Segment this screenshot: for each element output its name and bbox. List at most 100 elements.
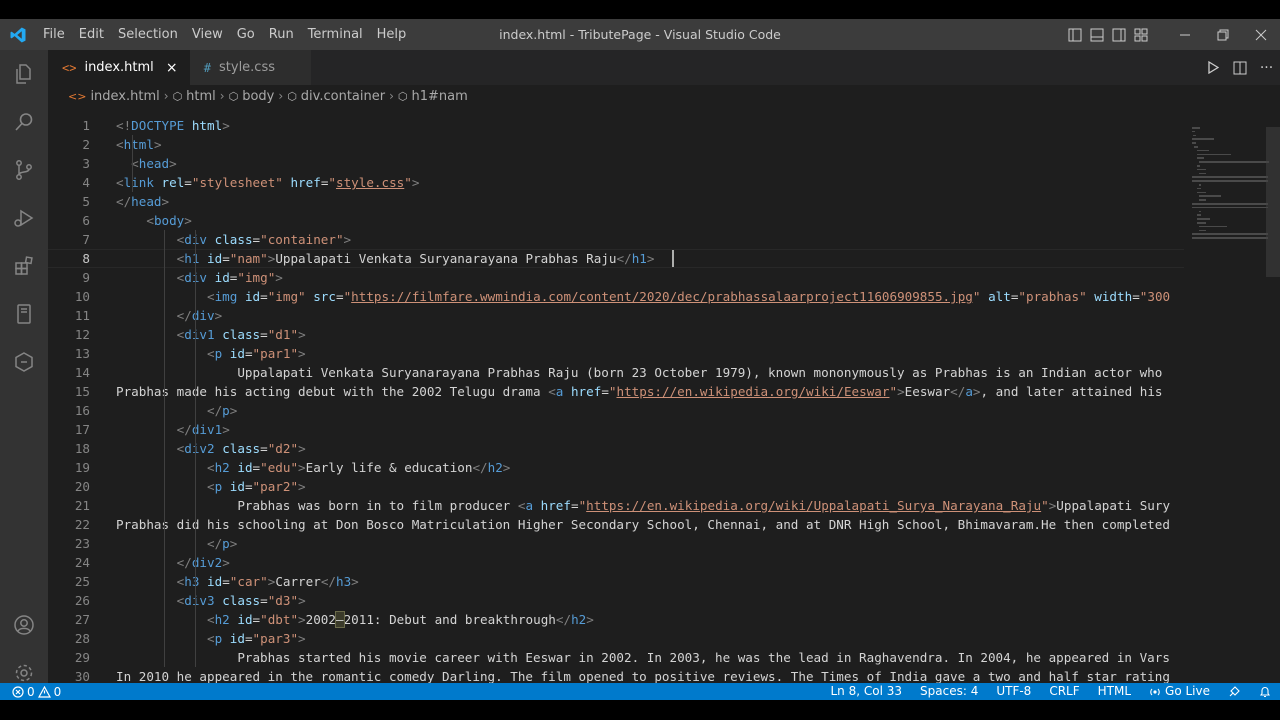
code-token: Prabhas was born in to film producer [116,498,518,513]
restore-icon[interactable] [1204,19,1242,50]
code-line[interactable]: 19 <h2 id="edu">Early life & education</… [48,458,1184,477]
menu-file[interactable]: File [36,19,72,50]
code-line[interactable]: 26 <div3 class="d3"> [48,591,1184,610]
code-token: "img" [237,270,276,285]
code-token: > [298,460,306,475]
code-line[interactable]: 29 Prabhas started his movie career with… [48,648,1184,667]
source-control-icon[interactable] [0,146,48,194]
breadcrumb-item[interactable]: <> index.html [68,89,160,104]
code-line[interactable]: 12 <div1 class="d1"> [48,325,1184,344]
breadcrumb-item[interactable]: ⬡ html [173,89,216,104]
code-line[interactable]: 3 <head> [48,154,1184,173]
code-token: > [184,213,192,228]
code-line[interactable]: 17 </div1> [48,420,1184,439]
minimap-line [1196,157,1205,159]
code-text: <div1 class="d1"> [116,325,306,344]
code-line[interactable]: 22 Prabhas did his schooling at Don Bosco… [48,515,1184,534]
code-line[interactable]: 9 <div id="img"> [48,268,1184,287]
code-token: > [343,232,352,247]
menu-help[interactable]: Help [370,19,414,50]
close-tab-icon[interactable]: × [164,60,180,76]
breadcrumb-item[interactable]: ⬡ h1#nam [398,89,468,104]
search-icon[interactable] [0,98,48,146]
code-line[interactable]: 2 <html> [48,135,1184,154]
run-debug-icon[interactable] [0,194,48,242]
minimap-line [1199,195,1222,197]
encoding[interactable]: UTF-8 [987,683,1040,700]
tab-index-html[interactable]: <> index.html × [48,50,190,85]
menu-go[interactable]: Go [230,19,262,50]
explorer-icon[interactable] [0,50,48,98]
code-line[interactable]: 21 Prabhas was born in to film producer … [48,496,1184,515]
code-token: rel [161,175,185,190]
code-line[interactable]: 7 <div class="container"> [48,230,1184,249]
code-line[interactable]: 15 Prabhas made his acting debut with the… [48,382,1184,401]
extensions-icon[interactable] [0,242,48,290]
code-token: > [222,422,230,437]
customize-layout-icon[interactable] [1130,19,1152,50]
menu-view[interactable]: View [185,19,230,50]
breadcrumb-item[interactable]: ⬡ body [229,89,275,104]
remote-explorer-icon[interactable] [0,290,48,338]
code-token: h2 [214,460,230,475]
code-line[interactable]: 25 <h3 id="car">Carrer</h3> [48,572,1184,591]
go-live-button[interactable]: Go Live [1140,683,1219,700]
code-line[interactable]: 13 <p id="par1"> [48,344,1184,363]
toggle-secondary-sidebar-icon[interactable] [1108,19,1130,50]
code-line[interactable]: 14 Uppalapati Venkata Suryanarayana Prab… [48,363,1184,382]
code-line[interactable]: 20 <p id="par2"> [48,477,1184,496]
code-line[interactable]: 18 <div2 class="d2"> [48,439,1184,458]
indentation[interactable]: Spaces: 4 [911,683,987,700]
minimap-slider[interactable] [1266,127,1280,277]
code-line[interactable]: 27 <h2 id="dbt">2002–2011: Debut and bre… [48,610,1184,629]
code-line[interactable]: 16 </p> [48,401,1184,420]
code-token: Eeswar [904,384,951,399]
minimize-icon[interactable] [1166,19,1204,50]
code-line[interactable]: 10 <img id="img" src="https://filmfare.w… [48,287,1184,306]
code-line[interactable]: 5 </head> [48,192,1184,211]
code-line[interactable]: 11 </div> [48,306,1184,325]
breadcrumb-separator-icon: › [389,89,394,103]
breadcrumb-item[interactable]: ⬡ div.container [287,89,385,104]
code-token: < [207,631,215,646]
breadcrumb: <> index.html › ⬡ html › ⬡ body › ⬡ div.container ›… [48,85,1280,107]
notifications-bell-icon[interactable] [1250,685,1280,698]
code-line[interactable]: 8 <h1 id="nam">Uppalapati Venkata Suryan… [48,249,1184,268]
code-line[interactable]: 4 <link rel="stylesheet" href="style.css"… [48,173,1184,192]
minimap-line [1192,237,1269,239]
feedback-icon[interactable] [1219,685,1250,698]
menu-selection[interactable]: Selection [111,19,185,50]
code-editor[interactable]: 1 <!DOCTYPE html> 2 <html> 3 <head> 4 <link re… [48,107,1184,683]
split-editor-icon[interactable] [1226,50,1253,85]
end-of-line[interactable]: CRLF [1040,683,1088,700]
code-line[interactable]: 1 <!DOCTYPE html> [48,116,1184,135]
code-token: "prabhas" [1018,289,1087,304]
code-line[interactable]: 24 </div2> [48,553,1184,572]
menu-run[interactable]: Run [262,19,301,50]
more-actions-icon[interactable]: ··· [1253,50,1280,85]
tab-style-css[interactable]: # style.css [189,50,311,85]
account-icon[interactable] [0,601,48,649]
toggle-panel-icon[interactable] [1086,19,1108,50]
symbol-element-icon: ⬡ [397,89,408,103]
code-line[interactable]: 28 <p id="par3"> [48,629,1184,648]
close-window-icon[interactable] [1242,19,1280,50]
language-mode[interactable]: HTML [1089,683,1140,700]
menu-terminal[interactable]: Terminal [301,19,370,50]
code-line[interactable]: 6 <body> [48,211,1184,230]
menu-edit[interactable]: Edit [72,19,111,50]
minimap-line [1196,187,1201,190]
code-line[interactable]: 23 </p> [48,534,1184,553]
toggle-sidebar-icon[interactable] [1064,19,1086,50]
cursor-position[interactable]: Ln 8, Col 33 [822,683,912,700]
code-line[interactable]: 30 In 2010 he appeared in the romantic co… [48,667,1184,683]
code-token: < [207,612,215,627]
vscode-logo-icon[interactable] [0,19,36,50]
run-play-icon[interactable] [1199,50,1226,85]
live-share-icon[interactable] [0,338,48,386]
problems-indicator[interactable]: 0 0 [0,683,61,700]
